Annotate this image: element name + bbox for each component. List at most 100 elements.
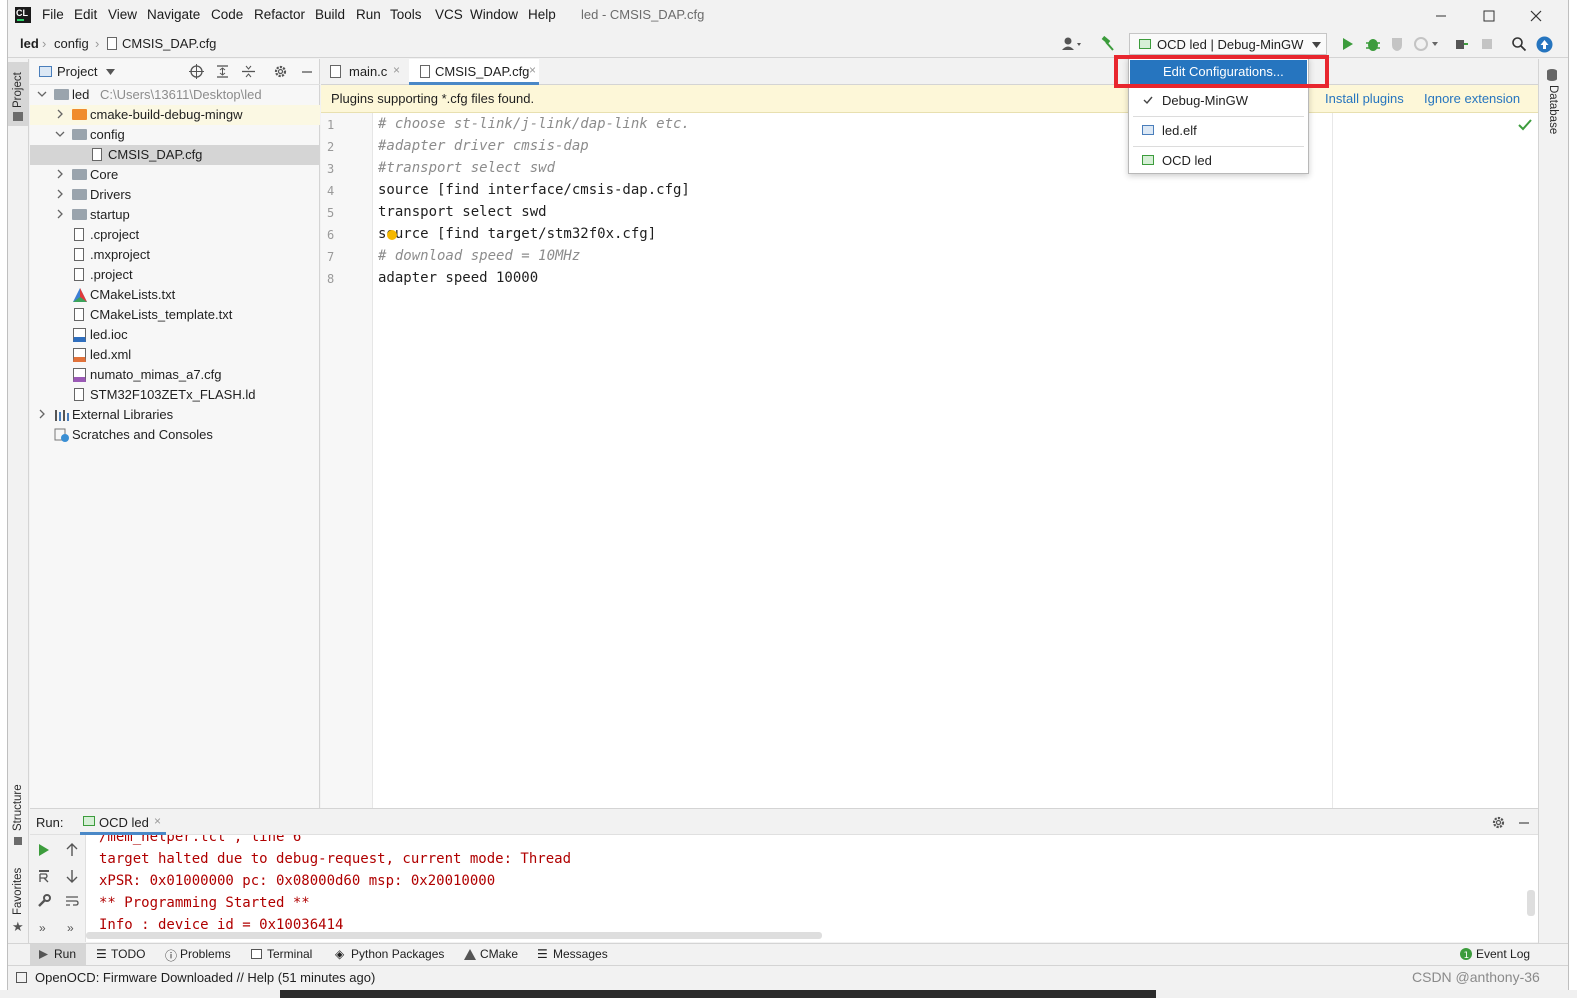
tool-window-python-packages[interactable]: ◈ Python Packages <box>334 944 454 965</box>
menu-help[interactable]: Help <box>528 7 556 22</box>
code-line[interactable]: #adapter driver cmsis-dap <box>378 138 589 154</box>
tree-row[interactable]: CMakeLists_template.txt <box>30 305 320 325</box>
breadcrumb-folder[interactable]: config <box>54 36 89 51</box>
code-line[interactable]: # download speed = 10MHz <box>378 248 580 264</box>
more-actions-icon[interactable]: » <box>39 921 46 935</box>
horizontal-scrollbar[interactable] <box>86 932 822 939</box>
structure-tool-button[interactable]: Structure <box>8 779 28 849</box>
maximize-icon[interactable] <box>1482 9 1496 23</box>
rerun-icon[interactable] <box>38 844 50 856</box>
menu-window[interactable]: Window <box>470 7 518 22</box>
debug-mingw-item[interactable]: Debug-MinGW <box>1129 87 1308 113</box>
panel-toggle-icon[interactable] <box>16 972 27 983</box>
tree-row[interactable]: config <box>30 125 320 145</box>
menu-build[interactable]: Build <box>315 7 345 22</box>
tree-row[interactable]: .cproject <box>30 225 320 245</box>
tool-window-problems[interactable]: ⓘ Problems <box>164 944 244 965</box>
tab-cmsis-dap-cfg[interactable]: CMSIS_DAP.cfg × <box>409 59 539 85</box>
debug-icon[interactable] <box>1365 36 1381 52</box>
tree-row[interactable]: Scratches and Consoles <box>30 425 320 445</box>
ignore-extension-link[interactable]: Ignore extension <box>1424 91 1520 106</box>
menu-navigate[interactable]: Navigate <box>147 7 200 22</box>
chevron-down-icon[interactable] <box>54 128 66 140</box>
code-line[interactable]: source [find target/stm32f0x.cfg] <box>378 226 656 242</box>
database-tool-button[interactable]: Database <box>1543 65 1565 145</box>
menu-refactor[interactable]: Refactor <box>254 7 305 22</box>
tool-window-messages[interactable]: ☰ Messages <box>536 944 616 965</box>
wrench-icon[interactable] <box>37 894 51 908</box>
menu-file[interactable]: File <box>42 7 64 22</box>
run-console[interactable]: /mem_helper.tcl", line 6 target halted d… <box>86 835 1538 942</box>
code-line[interactable]: # choose st-link/j-link/dap-link etc. <box>378 116 690 132</box>
breadcrumb-root[interactable]: led <box>20 36 39 51</box>
menu-view[interactable]: View <box>108 7 137 22</box>
tree-row[interactable]: External Libraries <box>30 405 320 425</box>
run-config-selector[interactable]: OCD led | Debug-MinGW <box>1129 33 1327 55</box>
tool-window-cmake[interactable]: CMake <box>463 944 529 965</box>
chevron-right-icon[interactable] <box>36 408 48 420</box>
tree-row[interactable]: Drivers <box>30 185 320 205</box>
hide-panel-icon[interactable] <box>1517 815 1531 830</box>
gear-icon[interactable] <box>1491 815 1506 830</box>
menu-run[interactable]: Run <box>356 7 381 22</box>
menu-tools[interactable]: Tools <box>390 7 422 22</box>
tool-window-run[interactable]: Run <box>30 944 86 965</box>
menu-code[interactable]: Code <box>211 7 243 22</box>
favorites-tool-button[interactable]: Favorites ★ <box>8 859 28 939</box>
tool-window-terminal[interactable]: Terminal <box>250 944 324 965</box>
close-tab-icon[interactable]: × <box>154 814 161 828</box>
scroll-up-icon[interactable] <box>66 843 78 857</box>
chevron-right-icon[interactable] <box>54 208 66 220</box>
run-tab[interactable]: OCD led × <box>80 811 166 835</box>
close-tab-icon[interactable]: × <box>529 63 536 77</box>
hide-panel-icon[interactable] <box>300 64 314 79</box>
tree-row-root[interactable]: led C:\Users\13611\Desktop\led <box>30 85 320 105</box>
collapse-all-icon[interactable] <box>241 64 256 79</box>
install-plugins-link[interactable]: Install plugins <box>1325 91 1404 106</box>
project-view-selector[interactable]: Project <box>57 64 97 79</box>
chevron-right-icon[interactable] <box>54 188 66 200</box>
chevron-right-icon[interactable] <box>54 108 66 120</box>
gear-icon[interactable] <box>273 64 288 79</box>
vertical-scrollbar[interactable] <box>1527 890 1535 916</box>
tree-row[interactable]: .project <box>30 265 320 285</box>
code-line[interactable]: source [find interface/cmsis-dap.cfg] <box>378 182 690 198</box>
tool-window-event-log[interactable]: 1 Event Log <box>1459 944 1539 965</box>
code-line[interactable]: adapter speed 10000 <box>378 270 538 286</box>
menu-vcs[interactable]: VCS <box>435 7 463 22</box>
build-hammer-icon[interactable] <box>1100 36 1116 52</box>
tool-window-todo[interactable]: ☰ TODO <box>94 944 156 965</box>
tree-row-selected[interactable]: CMSIS_DAP.cfg <box>30 145 320 165</box>
ocd-led-item[interactable]: OCD led <box>1129 147 1308 173</box>
chevron-down-icon[interactable] <box>36 88 48 100</box>
menu-edit[interactable]: Edit <box>74 7 97 22</box>
chevron-down-icon[interactable] <box>106 69 115 75</box>
tree-row[interactable]: CMakeLists.txt <box>30 285 320 305</box>
tree-row[interactable]: cmake-build-debug-mingw <box>30 105 320 125</box>
led-elf-item[interactable]: led.elf <box>1129 117 1308 143</box>
attach-debugger-icon[interactable] <box>1453 36 1469 52</box>
code-line[interactable]: #transport select swd <box>378 160 555 176</box>
tree-row[interactable]: Core <box>30 165 320 185</box>
status-message[interactable]: OpenOCD: Firmware Downloaded // Help (51… <box>35 970 375 985</box>
stop-icon[interactable] <box>1480 37 1494 51</box>
soft-wrap-icon[interactable] <box>65 895 79 907</box>
breadcrumb-file[interactable]: CMSIS_DAP.cfg <box>122 36 216 51</box>
coverage-icon[interactable] <box>1389 36 1405 52</box>
close-icon[interactable] <box>1529 9 1543 23</box>
code-line[interactable]: transport select swd <box>378 204 547 220</box>
chevron-right-icon[interactable] <box>54 168 66 180</box>
restore-layout-icon[interactable] <box>38 869 50 883</box>
expand-all-icon[interactable] <box>215 64 230 79</box>
tree-row[interactable]: .mxproject <box>30 245 320 265</box>
update-icon[interactable] <box>1536 36 1553 53</box>
tree-row[interactable]: STM32F103ZETx_FLASH.ld <box>30 385 320 405</box>
close-tab-icon[interactable]: × <box>393 63 400 77</box>
profile-icon[interactable] <box>1413 36 1439 52</box>
user-icon[interactable] <box>1061 36 1083 52</box>
tree-row[interactable]: startup <box>30 205 320 225</box>
tab-main-c[interactable]: main.c × <box>325 59 405 85</box>
run-icon[interactable] <box>1341 37 1355 51</box>
minimize-icon[interactable] <box>1434 9 1448 23</box>
tree-row[interactable]: numato_mimas_a7.cfg <box>30 365 320 385</box>
